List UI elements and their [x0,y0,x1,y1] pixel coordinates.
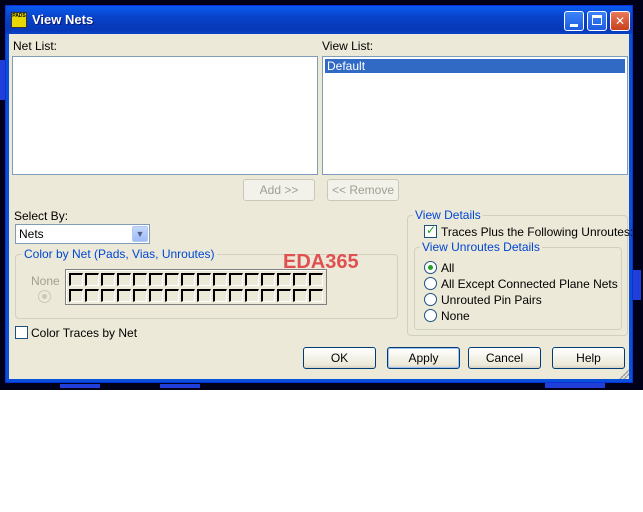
pcb-trace [160,384,200,388]
view-list-label: View List: [322,39,374,53]
select-by-label: Select By: [14,209,69,223]
view-details-title: View Details [413,208,483,222]
view-list-item-default[interactable]: Default [325,59,625,73]
color-swatch[interactable] [277,289,291,302]
color-swatch[interactable] [133,273,147,286]
color-swatch[interactable] [293,273,307,286]
color-swatch[interactable] [117,273,131,286]
radio-all[interactable] [424,261,437,274]
color-swatch[interactable] [309,273,323,286]
radio-unrouted-pin-pairs[interactable] [424,293,437,306]
radio-none[interactable] [424,309,437,322]
color-traces-checkbox[interactable] [15,326,28,339]
resize-grip[interactable] [619,369,629,379]
apply-button[interactable]: Apply [387,347,460,369]
view-nets-dialog: PADS View Nets ✕ Net List: View List: De… [5,5,633,383]
watermark: EDA365 [283,251,359,273]
radio-unrouted-pin-pairs-label: Unrouted Pin Pairs [441,293,542,307]
color-swatch-grid [65,269,327,305]
color-swatch[interactable] [85,289,99,302]
color-swatch[interactable] [181,273,195,286]
minimize-icon [570,24,578,27]
color-swatch[interactable] [309,289,323,302]
add-button[interactable]: Add >> [243,179,315,201]
chevron-down-icon[interactable]: ▼ [132,226,148,242]
pcb-trace [633,270,641,300]
color-by-net-title: Color by Net (Pads, Vias, Unroutes) [22,247,217,261]
select-by-value: Nets [19,227,44,241]
net-list-label: Net List: [13,39,58,53]
minimize-button[interactable] [564,11,584,31]
color-swatch[interactable] [277,273,291,286]
color-swatch[interactable] [197,289,211,302]
radio-all-except-label: All Except Connected Plane Nets [441,277,618,291]
color-swatch[interactable] [149,289,163,302]
pcb-trace [60,384,100,388]
window-title: View Nets [32,12,94,27]
close-icon: ✕ [614,14,626,28]
color-swatch[interactable] [229,289,243,302]
none-radio[interactable] [38,290,51,303]
color-swatch[interactable] [181,289,195,302]
traces-plus-checkbox[interactable]: ✓ [424,223,437,238]
color-swatch[interactable] [165,289,179,302]
color-swatch[interactable] [245,289,259,302]
color-swatch[interactable] [69,289,83,302]
title-bar[interactable]: PADS View Nets ✕ [6,6,632,34]
color-swatch[interactable] [293,289,307,302]
check-icon: ✓ [426,223,437,237]
color-swatch[interactable] [213,273,227,286]
color-swatch[interactable] [149,273,163,286]
color-swatch[interactable] [229,273,243,286]
maximize-icon [592,15,602,25]
traces-plus-label: Traces Plus the Following Unroutes: [441,225,634,239]
select-by-dropdown[interactable]: Nets ▼ [15,224,150,244]
color-swatch[interactable] [245,273,259,286]
ok-button[interactable]: OK [303,347,376,369]
maximize-button[interactable] [587,11,607,31]
color-swatch[interactable] [261,273,275,286]
color-swatch[interactable] [85,273,99,286]
pads-app-icon: PADS [11,12,27,28]
help-button[interactable]: Help [552,347,625,369]
color-swatch[interactable] [197,273,211,286]
color-swatch[interactable] [165,273,179,286]
color-swatch[interactable] [101,289,115,302]
color-swatch[interactable] [133,289,147,302]
radio-all-except[interactable] [424,277,437,290]
close-button[interactable]: ✕ [610,11,630,31]
view-list-box[interactable]: Default [322,56,628,175]
remove-button[interactable]: << Remove [327,179,399,201]
color-swatch[interactable] [101,273,115,286]
color-traces-label: Color Traces by Net [31,326,138,340]
radio-all-label: All [441,261,455,275]
color-swatch[interactable] [117,289,131,302]
none-label: None [31,274,60,288]
color-swatch[interactable] [213,289,227,302]
radio-none-label: None [441,309,470,323]
color-swatch[interactable] [69,273,83,286]
cancel-button[interactable]: Cancel [468,347,541,369]
color-swatch[interactable] [261,289,275,302]
net-list-box[interactable] [12,56,318,175]
view-unroutes-title: View Unroutes Details [420,240,542,254]
